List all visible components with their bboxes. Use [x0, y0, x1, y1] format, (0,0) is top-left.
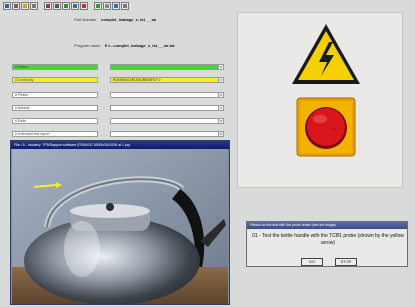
continuity-value: RUNNING MEASUREMENT 0 — [113, 78, 161, 82]
extended-report-field[interactable]: ▾ — [110, 131, 224, 137]
phase-field[interactable]: ▾ — [110, 92, 224, 98]
gear-icon-glyph — [105, 4, 109, 8]
neutral-field[interactable]: ▾ — [110, 105, 224, 111]
print-icon[interactable] — [12, 2, 20, 10]
grid-icon[interactable] — [121, 2, 129, 10]
copy-icon[interactable] — [30, 2, 38, 10]
sum-icon-glyph — [55, 4, 59, 8]
status-field[interactable]: ▾ — [110, 64, 224, 70]
earth-label: # Earth — [12, 118, 98, 124]
dropdown-icon[interactable]: ▾ — [218, 132, 223, 136]
check-icon[interactable] — [94, 2, 102, 10]
dropdown-icon[interactable]: ▾ — [218, 65, 223, 69]
neutral-label: # Neutral — [12, 105, 98, 111]
program-name-value: E:\...complet_leakage_s_tst___ok.tst — [104, 43, 175, 48]
earth-field[interactable]: ▾ — [110, 118, 224, 124]
status-label: 0 Status — [12, 64, 98, 70]
extended-report-label: # Extended test report — [12, 131, 98, 137]
help-icon-glyph — [114, 4, 118, 8]
continuity-field[interactable]: RUNNING MEASUREMENT 0 ▾ — [110, 77, 224, 83]
go-button[interactable]: GO — [301, 258, 323, 266]
dropdown-icon[interactable]: ▾ — [218, 93, 223, 97]
camera-window-title: File • 5 - Industry: TP5/Rapport softwar… — [11, 141, 229, 149]
open-icon-glyph — [23, 4, 27, 8]
phase-label: # Phase — [12, 92, 98, 98]
program-name-label: Program name — [74, 43, 101, 48]
dropdown-icon[interactable]: ▾ — [218, 106, 223, 110]
flag-icon-glyph — [82, 4, 86, 8]
part-number: Part Number complet_leakage_s_tst___ok — [74, 17, 156, 22]
tool-icon-glyph — [46, 4, 50, 8]
kettle-image — [12, 149, 228, 304]
dropdown-icon[interactable]: ▾ — [218, 78, 223, 82]
check-icon-glyph — [96, 4, 100, 8]
save-icon[interactable] — [3, 2, 11, 10]
help-icon[interactable] — [112, 2, 120, 10]
camera-image — [12, 149, 228, 304]
toolbar — [0, 0, 230, 12]
dropdown-icon[interactable]: ▾ — [218, 119, 223, 123]
emergency-stop-button[interactable]: ⟳ — [296, 97, 356, 157]
stop-button[interactable]: STOP — [335, 258, 357, 266]
user-icon-glyph — [73, 4, 77, 8]
chart-icon-glyph — [64, 4, 68, 8]
user-icon[interactable] — [71, 2, 79, 10]
dialog-title: Please do the test with the probe tester… — [247, 222, 407, 229]
gear-icon[interactable] — [103, 2, 111, 10]
open-icon[interactable] — [21, 2, 29, 10]
flag-icon[interactable] — [80, 2, 88, 10]
dialog-message: 01 - Test the kettle handle with the TCB… — [252, 233, 404, 246]
continuity-label: # Continuity — [12, 77, 98, 83]
copy-icon-glyph — [32, 4, 36, 8]
test-dialog: Please do the test with the probe tester… — [246, 221, 408, 267]
high-voltage-warning-icon — [292, 24, 360, 84]
tool-icon[interactable] — [44, 2, 52, 10]
sum-icon[interactable] — [53, 2, 61, 10]
camera-window[interactable]: File • 5 - Industry: TP5/Rapport softwar… — [10, 140, 230, 305]
program-name: Program name E:\...complet_leakage_s_tst… — [74, 43, 175, 48]
part-number-label: Part Number — [74, 17, 97, 22]
save-icon-glyph — [5, 4, 9, 8]
grid-icon-glyph — [123, 4, 127, 8]
print-icon-glyph — [14, 4, 18, 8]
part-number-value: complet_leakage_s_tst___ok — [101, 17, 157, 22]
chart-icon[interactable] — [62, 2, 70, 10]
